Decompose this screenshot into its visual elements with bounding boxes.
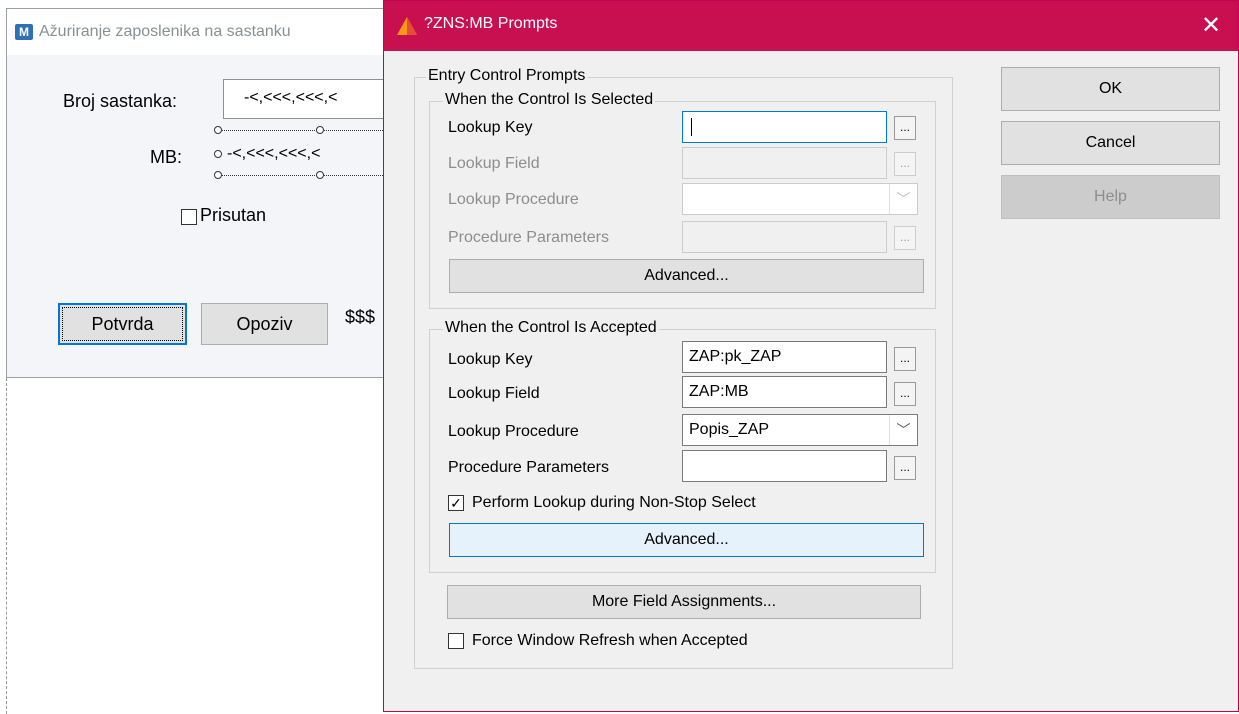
opoziv-label: Opoziv xyxy=(236,314,293,334)
force-refresh-label: Force Window Refresh when Accepted xyxy=(472,632,748,649)
selection-outline-bottom xyxy=(219,175,387,176)
more-field-assignments-label: More Field Assignments... xyxy=(591,593,777,610)
guide-line xyxy=(6,378,7,714)
sel-procedure-parameters-input[interactable] xyxy=(682,221,887,253)
chevron-down-icon[interactable]: ﹀ xyxy=(889,184,917,214)
sel-lookup-key-label: Lookup Key xyxy=(448,119,533,136)
designer-window-title: Ažuriranje zaposlenika na sastanku xyxy=(39,23,291,40)
acc-lookup-field-label: Lookup Field xyxy=(448,385,540,402)
mb-label: MB: xyxy=(150,147,183,167)
force-refresh-checkbox[interactable] xyxy=(448,633,464,649)
perform-lookup-checkbox[interactable]: ✓ xyxy=(448,495,464,511)
acc-lookup-procedure-value: Popis_ZAP xyxy=(689,421,770,438)
resize-handle[interactable] xyxy=(316,171,324,179)
selection-outline-top xyxy=(219,130,387,131)
sel-lookup-procedure-label: Lookup Procedure xyxy=(448,191,579,208)
acc-procedure-parameters-browse-button[interactable]: ... xyxy=(894,456,916,480)
prompts-dialog: ?ZNS:MB Prompts ✕ OK Cancel Help Entry C… xyxy=(383,0,1239,712)
acc-lookup-field-input[interactable]: ZAP:MB xyxy=(682,376,887,408)
app-icon: M xyxy=(15,24,33,40)
clarion-app-icon xyxy=(397,17,417,35)
sel-lookup-field-browse-button[interactable]: ... xyxy=(894,152,916,176)
resize-handle[interactable] xyxy=(214,171,222,179)
focus-rect xyxy=(62,307,183,341)
resize-handle[interactable] xyxy=(214,150,222,158)
entry-control-prompts-label: Entry Control Prompts xyxy=(426,67,588,85)
potvrda-button[interactable]: Potvrda xyxy=(58,303,187,345)
dialog-title: ?ZNS:MB Prompts xyxy=(424,15,558,32)
acc-advanced-button[interactable]: Advanced... xyxy=(449,523,924,557)
sel-lookup-procedure-combo[interactable]: ﹀ xyxy=(682,183,918,215)
help-label: Help xyxy=(1094,188,1127,205)
designer-titlebar: M Ažuriranje zaposlenika na sastanku xyxy=(7,9,385,55)
sel-lookup-field-input[interactable] xyxy=(682,147,887,179)
acc-lookup-key-browse-button[interactable]: ... xyxy=(894,347,916,371)
dialog-titlebar: ?ZNS:MB Prompts ✕ xyxy=(384,1,1238,51)
resize-handle[interactable] xyxy=(214,126,222,134)
close-icon[interactable]: ✕ xyxy=(1192,9,1230,43)
selected-group-label: When the Control Is Selected xyxy=(443,91,656,109)
sel-procedure-parameters-browse-button[interactable]: ... xyxy=(894,226,916,250)
sel-advanced-label: Advanced... xyxy=(644,267,729,284)
perform-lookup-label: Perform Lookup during Non-Stop Select xyxy=(472,494,756,511)
sel-lookup-field-label: Lookup Field xyxy=(448,155,540,172)
ok-label: OK xyxy=(1098,80,1123,97)
cancel-label: Cancel xyxy=(1085,134,1136,151)
accepted-group-label: When the Control Is Accepted xyxy=(443,319,659,337)
acc-lookup-key-input[interactable]: ZAP:pk_ZAP xyxy=(682,341,887,373)
broj-sastanka-field[interactable]: -<,<<<,<<<,< xyxy=(223,79,387,119)
acc-lookup-procedure-label: Lookup Procedure xyxy=(448,423,579,440)
ok-button[interactable]: OK xyxy=(1001,67,1220,111)
currency-string: $$$ xyxy=(345,307,376,327)
chevron-down-icon[interactable]: ﹀ xyxy=(889,415,917,445)
acc-lookup-procedure-combo[interactable]: Popis_ZAP ﹀ xyxy=(682,414,918,446)
acc-advanced-label: Advanced... xyxy=(644,531,729,548)
text-caret xyxy=(691,118,692,136)
mb-field[interactable]: -<,<<<,<<<,< xyxy=(225,137,387,171)
prisutan-checkbox[interactable] xyxy=(181,209,197,225)
cancel-button[interactable]: Cancel xyxy=(1001,121,1220,165)
sel-advanced-button[interactable]: Advanced... xyxy=(449,259,924,293)
sel-lookup-key-browse-button[interactable]: ... xyxy=(894,116,916,140)
sel-procedure-parameters-label: Procedure Parameters xyxy=(448,229,609,246)
acc-lookup-field-browse-button[interactable]: ... xyxy=(894,382,916,406)
sel-lookup-key-input[interactable] xyxy=(682,111,887,143)
prisutan-label: Prisutan xyxy=(200,205,267,225)
acc-procedure-parameters-input[interactable] xyxy=(682,450,887,482)
broj-sastanka-label: Broj sastanka: xyxy=(63,91,178,111)
more-field-assignments-button[interactable]: More Field Assignments... xyxy=(447,585,921,619)
help-button[interactable]: Help xyxy=(1001,175,1220,219)
acc-lookup-key-label: Lookup Key xyxy=(448,351,533,368)
opoziv-button[interactable]: Opoziv xyxy=(201,303,328,345)
designer-window: M Ažuriranje zaposlenika na sastanku Bro… xyxy=(6,8,387,378)
resize-handle[interactable] xyxy=(316,126,324,134)
acc-procedure-parameters-label: Procedure Parameters xyxy=(448,459,609,476)
